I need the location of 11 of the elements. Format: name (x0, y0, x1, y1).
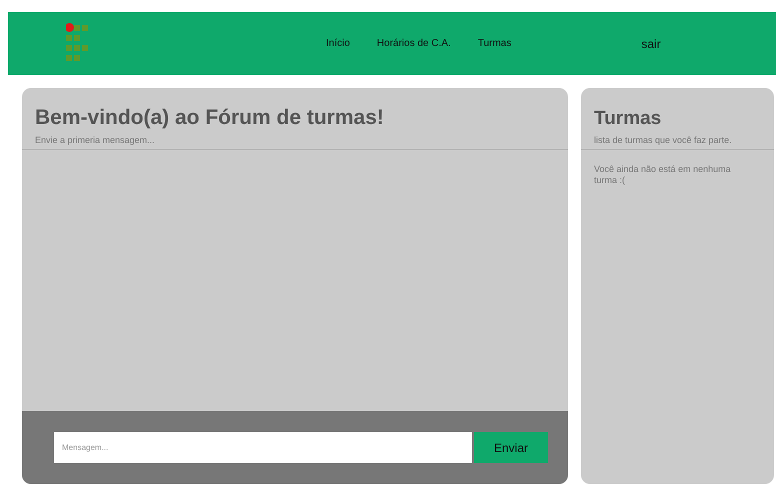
empty-message: Você ainda não está em nenhuma turma :( (593, 163, 732, 187)
message-field[interactable]: Mensagem... (54, 432, 472, 463)
classes-title: Turmas (594, 108, 662, 130)
nav-link[interactable]: Horários de C.A. (376, 36, 451, 51)
nav-link[interactable]: Turmas (478, 36, 512, 51)
classes-subtitle: lista de turmas que você faz parte. (594, 135, 733, 145)
forum-subtitle: Envie a primeria mensagem... (35, 135, 156, 145)
send-button[interactable]: Enviar (474, 432, 548, 463)
forum-title: Bem-vindo(a) ao Fórum de turmas! (35, 106, 385, 130)
nav-link[interactable]: Início (326, 36, 350, 51)
logout-link[interactable]: sair (641, 34, 661, 52)
